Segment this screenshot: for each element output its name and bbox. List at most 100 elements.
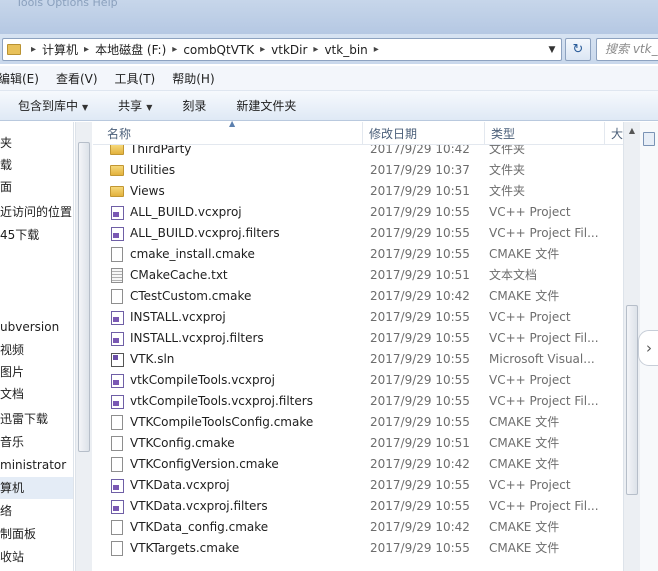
nav-item-thunder-downloads[interactable]: 迅雷下载: [0, 408, 73, 430]
chevron-right-icon[interactable]: ▸: [84, 44, 89, 55]
chevron-right-icon[interactable]: ▸: [374, 44, 379, 55]
file-date-modified: 2017/9/29 10:55: [370, 394, 470, 408]
sln-icon: [110, 349, 126, 370]
nav-item-subversion[interactable]: ubversion: [0, 316, 73, 338]
include-in-library-button[interactable]: 包含到库中 ▼: [18, 97, 88, 114]
file-icon: [110, 244, 126, 265]
nav-item-desktop[interactable]: 面: [0, 176, 73, 198]
file-row[interactable]: Views 2017/9/29 10:51 文件夹: [93, 181, 623, 202]
column-header-row: ▲ 名称 修改日期 类型 大: [93, 119, 623, 145]
file-row[interactable]: VTKData.vcxproj 2017/9/29 10:55 VC++ Proje…: [93, 475, 623, 496]
file-name: ALL_BUILD.vcxproj.filters: [130, 226, 280, 240]
text-file-icon: [110, 265, 126, 286]
file-row[interactable]: vtkCompileTools.vcxproj.filters 2017/9/29…: [93, 391, 623, 412]
file-row[interactable]: CTestCustom.cmake 2017/9/29 10:42 CMAKE 文件: [93, 286, 623, 307]
folder-icon: [7, 44, 21, 55]
file-row[interactable]: VTKData.vcxproj.filters 2017/9/29 10:55 VC…: [93, 496, 623, 517]
file-row[interactable]: CMakeCache.txt 2017/9/29 10:51 文本文档: [93, 265, 623, 286]
file-row[interactable]: VTKCompileToolsConfig.cmake 2017/9/29 10:…: [93, 412, 623, 433]
breadcrumb-vtk-bin[interactable]: vtk_bin: [324, 43, 367, 57]
breadcrumb-vtkdir[interactable]: vtkDir: [271, 43, 307, 57]
nav-item-documents[interactable]: 文档: [0, 383, 73, 405]
menu-help[interactable]: 帮助(H): [172, 70, 214, 87]
chevron-right-icon[interactable]: ▸: [260, 44, 265, 55]
column-type[interactable]: 类型: [485, 122, 605, 145]
file-row[interactable]: INSTALL.vcxproj.filters 2017/9/29 10:55 VC…: [93, 328, 623, 349]
nav-item-recycle-bin[interactable]: 收站: [0, 546, 73, 568]
chevron-right-icon[interactable]: ▸: [313, 44, 318, 55]
burn-button[interactable]: 刻录: [182, 97, 206, 114]
nav-item-favorites[interactable]: 夹: [0, 132, 73, 154]
file-name: VTKCompileToolsConfig.cmake: [130, 415, 314, 429]
vcxproj-icon: [110, 307, 126, 328]
chevron-right-icon[interactable]: ▸: [172, 44, 177, 55]
file-list-scrollbar-thumb[interactable]: [626, 305, 638, 495]
share-button[interactable]: 共享 ▼: [118, 97, 152, 114]
vcxproj-icon: [110, 370, 126, 391]
file-type: 文本文档: [489, 268, 538, 282]
file-date-modified: 2017/9/29 10:42: [370, 457, 470, 471]
file-row[interactable]: INSTALL.vcxproj 2017/9/29 10:55 VC++ Proje…: [93, 307, 623, 328]
file-name: CTestCustom.cmake: [130, 289, 252, 303]
file-date-modified: 2017/9/29 10:55: [370, 352, 470, 366]
vcxproj-filters-icon: [110, 391, 126, 412]
refresh-button[interactable]: ↻: [565, 38, 591, 61]
nav-item-videos[interactable]: 视频: [0, 339, 73, 361]
breadcrumb-combqtvtk[interactable]: combQtVTK: [183, 43, 254, 57]
file-row[interactable]: Utilities 2017/9/29 10:37 文件夹: [93, 160, 623, 181]
file-row[interactable]: vtkCompileTools.vcxproj 2017/9/29 10:55 VC…: [93, 370, 623, 391]
file-type: VC++ Project: [489, 310, 571, 324]
address-bar[interactable]: ▸ 计算机 ▸ 本地磁盘 (F:) ▸ combQtVTK ▸ vtkDir ▸…: [2, 38, 562, 61]
nav-item-recent-places[interactable]: 近访问的位置: [0, 201, 73, 223]
menu-edit[interactable]: 编辑(E): [0, 70, 39, 87]
file-date-modified: 2017/9/29 10:51: [370, 268, 470, 282]
column-size[interactable]: 大: [605, 122, 623, 145]
chevron-right-icon[interactable]: ▸: [31, 44, 36, 55]
file-type: CMAKE 文件: [489, 289, 560, 303]
file-row[interactable]: ALL_BUILD.vcxproj 2017/9/29 10:55 VC++ Pro…: [93, 202, 623, 223]
file-row[interactable]: cmake_install.cmake 2017/9/29 10:55 CMAKE …: [93, 244, 623, 265]
chevron-down-icon[interactable]: ▼: [543, 45, 561, 55]
preview-pane-icon[interactable]: [643, 132, 655, 146]
nav-item-computer[interactable]: 算机: [0, 477, 73, 499]
file-name: INSTALL.vcxproj.filters: [130, 331, 264, 345]
menu-ghost-text: Tools Options Help: [16, 0, 118, 9]
menu-bar: 编辑(E) 查看(V) 工具(T) 帮助(H): [0, 66, 658, 91]
menu-view[interactable]: 查看(V): [56, 70, 98, 87]
nav-item-network[interactable]: 络: [0, 500, 73, 522]
file-list: ThirdParty 2017/9/29 10:42 文件夹 Utilities 201…: [93, 145, 623, 571]
file-icon: [110, 412, 126, 433]
nav-scrollbar-thumb[interactable]: [78, 142, 90, 452]
file-date-modified: 2017/9/29 10:55: [370, 499, 470, 513]
column-date-modified[interactable]: 修改日期: [363, 122, 485, 145]
new-folder-button[interactable]: 新建文件夹: [236, 97, 296, 114]
file-row[interactable]: ALL_BUILD.vcxproj.filters 2017/9/29 10:55…: [93, 223, 623, 244]
nav-item-pictures[interactable]: 图片: [0, 361, 73, 383]
vcxproj-filters-icon: [110, 328, 126, 349]
file-date-modified: 2017/9/29 10:55: [370, 205, 470, 219]
file-row[interactable]: VTKConfig.cmake 2017/9/29 10:51 CMAKE 文件: [93, 433, 623, 454]
menu-tools[interactable]: 工具(T): [115, 70, 156, 87]
nav-item-music[interactable]: 音乐: [0, 431, 73, 453]
nav-item-downloads[interactable]: 载: [0, 154, 73, 176]
file-row[interactable]: ThirdParty 2017/9/29 10:42 文件夹: [93, 145, 623, 160]
breadcrumb-drive-f[interactable]: 本地磁盘 (F:): [95, 41, 166, 58]
file-row[interactable]: VTKData_config.cmake 2017/9/29 10:42 CMAKE…: [93, 517, 623, 538]
file-type: CMAKE 文件: [489, 247, 560, 261]
nav-scrollbar[interactable]: [75, 122, 92, 571]
file-date-modified: 2017/9/29 10:55: [370, 373, 470, 387]
file-row[interactable]: VTKTargets.cmake 2017/9/29 10:55 CMAKE 文件: [93, 538, 623, 559]
nav-item-control-panel[interactable]: 制面板: [0, 523, 73, 545]
file-row[interactable]: VTK.sln 2017/9/29 10:55 Microsoft Visual..…: [93, 349, 623, 370]
nav-item-360-downloads[interactable]: 45下载: [0, 224, 73, 246]
chevron-down-icon: ▼: [146, 103, 153, 112]
scroll-up-arrow-icon[interactable]: ▲: [624, 122, 640, 139]
file-date-modified: 2017/9/29 10:55: [370, 247, 470, 261]
search-input[interactable]: 搜索 vtk_: [596, 38, 658, 61]
file-row[interactable]: VTKConfigVersion.cmake 2017/9/29 10:42 CMA…: [93, 454, 623, 475]
nav-item-administrator[interactable]: ministrator: [0, 454, 73, 476]
chevron-right-icon[interactable]: ›: [638, 330, 658, 366]
breadcrumb-computer[interactable]: 计算机: [42, 41, 78, 58]
file-name: VTKData_config.cmake: [130, 520, 269, 534]
column-name[interactable]: 名称: [101, 122, 363, 145]
